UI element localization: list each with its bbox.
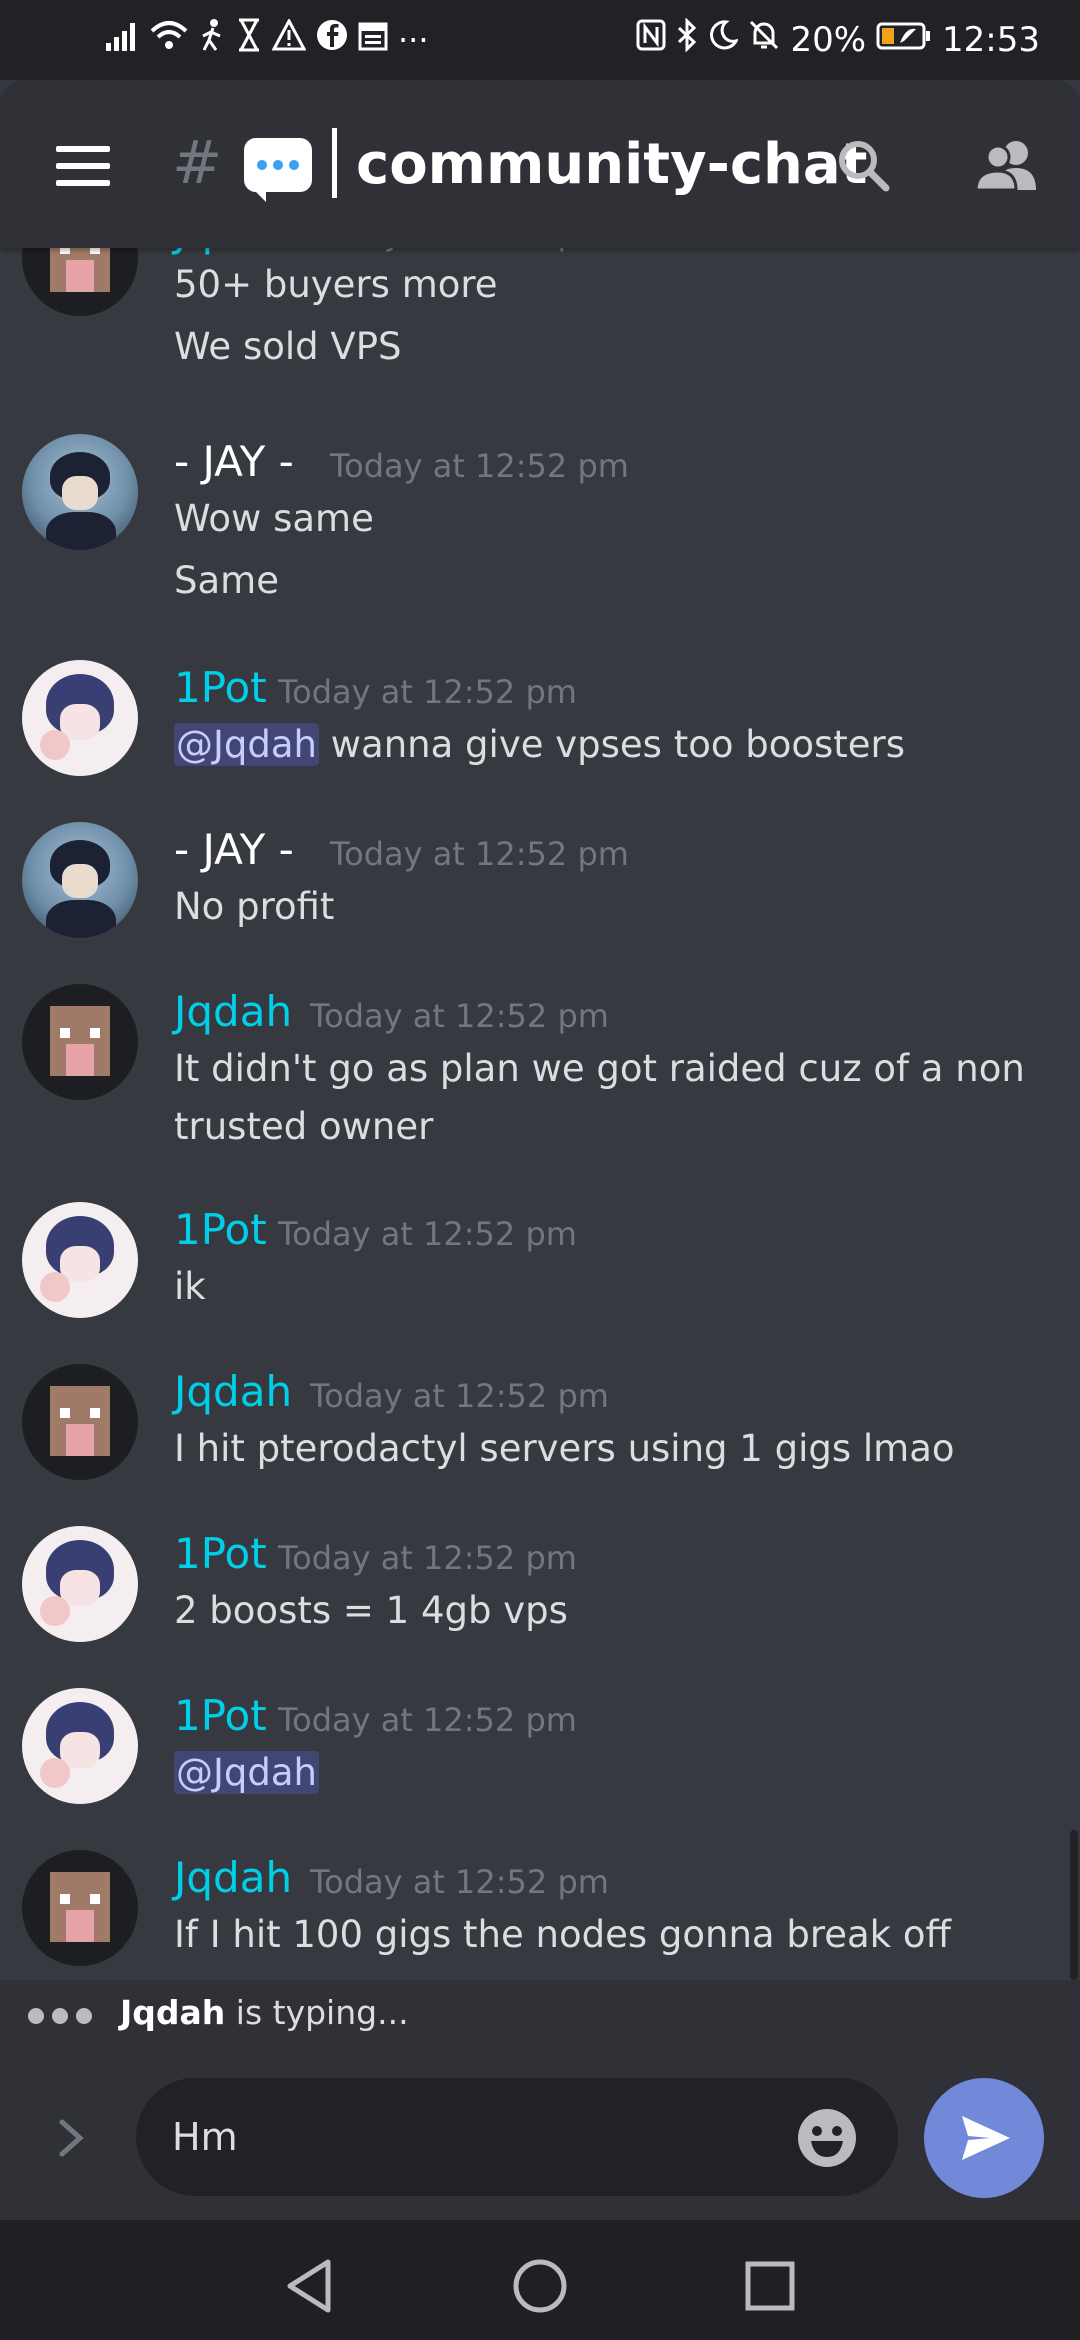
hash-icon: # bbox=[172, 128, 223, 198]
calendar-icon bbox=[358, 19, 388, 60]
avatar[interactable] bbox=[22, 1364, 138, 1480]
avatar[interactable] bbox=[22, 660, 138, 776]
header-divider bbox=[332, 128, 337, 198]
battery-percent: 20% bbox=[790, 19, 867, 60]
status-bar: ··· 20% 12:53 bbox=[0, 0, 1080, 80]
user-mention[interactable]: @Jqdah bbox=[174, 1751, 320, 1794]
timestamp: Today at 12:52 pm bbox=[310, 1863, 609, 1901]
timestamp: Today at 12:52 pm bbox=[278, 1539, 577, 1577]
back-icon[interactable] bbox=[280, 2256, 340, 2316]
avatar[interactable] bbox=[22, 822, 138, 938]
message-input[interactable] bbox=[136, 2078, 898, 2196]
avatar[interactable] bbox=[22, 1850, 138, 1966]
facebook-icon bbox=[316, 19, 348, 60]
status-right-icons: 20% 12:53 bbox=[636, 17, 1040, 61]
emoji-icon[interactable] bbox=[796, 2107, 858, 2169]
recents-icon[interactable] bbox=[740, 2256, 800, 2316]
username[interactable]: Jqdah bbox=[174, 1364, 292, 1420]
avatar[interactable] bbox=[22, 984, 138, 1100]
more-icon: ··· bbox=[398, 20, 429, 59]
username[interactable]: Jqdah bbox=[174, 248, 292, 260]
channel-header: # community-chat bbox=[0, 80, 1080, 248]
username[interactable]: - JAY - bbox=[174, 434, 294, 490]
typing-indicator: Jqdah is typing... bbox=[0, 1980, 1080, 2050]
timestamp: Today at 12:52 pm bbox=[278, 1701, 577, 1739]
message-text: Wow same bbox=[174, 497, 374, 540]
bluetooth-icon bbox=[676, 17, 698, 61]
username[interactable]: - JAY - bbox=[174, 822, 294, 878]
message-text: ik bbox=[174, 1265, 206, 1308]
username[interactable]: 1Pot bbox=[174, 1688, 267, 1744]
message-list[interactable]: Jqdah Today at 12:51 pm 50+ buyers more … bbox=[0, 248, 1080, 1980]
signal-icon bbox=[104, 20, 140, 60]
username[interactable]: Jqdah bbox=[174, 984, 292, 1040]
navigation-bar bbox=[0, 2220, 1080, 2340]
message-text: 50+ buyers more bbox=[174, 263, 498, 306]
username[interactable]: Jqdah bbox=[174, 1850, 292, 1906]
channel-name[interactable]: community-chat bbox=[356, 130, 867, 200]
message-text: @Jqdah bbox=[174, 1748, 320, 1798]
avatar[interactable] bbox=[22, 434, 138, 550]
typing-text: Jqdah is typing... bbox=[120, 1988, 409, 2038]
home-icon[interactable] bbox=[510, 2256, 570, 2316]
warning-icon bbox=[271, 17, 307, 60]
moon-icon bbox=[708, 19, 740, 60]
avatar[interactable] bbox=[22, 1688, 138, 1804]
battery-icon bbox=[876, 20, 932, 60]
scrollbar[interactable] bbox=[1070, 1830, 1078, 1980]
send-button[interactable] bbox=[924, 2078, 1044, 2198]
menu-icon[interactable] bbox=[56, 146, 110, 186]
avatar[interactable] bbox=[22, 1202, 138, 1318]
avatar[interactable] bbox=[22, 1526, 138, 1642]
username[interactable]: 1Pot bbox=[174, 1202, 267, 1258]
clock: 12:53 bbox=[942, 19, 1040, 60]
timestamp: Today at 12:52 pm bbox=[330, 447, 629, 485]
nfc-icon bbox=[636, 19, 666, 60]
message-text: Same bbox=[174, 559, 279, 602]
message-text: trusted owner bbox=[174, 1105, 434, 1148]
message-text: 2 boosts = 1 4gb vps bbox=[174, 1589, 568, 1632]
message-text: @Jqdah wanna give vpses too boosters bbox=[174, 720, 905, 770]
hourglass-icon bbox=[236, 18, 262, 61]
timestamp: Today at 12:52 pm bbox=[278, 1215, 577, 1253]
username[interactable]: 1Pot bbox=[174, 1526, 267, 1582]
message-composer bbox=[0, 2050, 1080, 2220]
search-icon[interactable] bbox=[836, 138, 890, 192]
timestamp: Today at 12:52 pm bbox=[310, 997, 609, 1035]
timestamp: Today at 12:52 pm bbox=[330, 835, 629, 873]
avatar[interactable] bbox=[22, 248, 138, 316]
typing-suffix: is typing... bbox=[225, 1993, 409, 2032]
message-text: We sold VPS bbox=[174, 325, 402, 368]
typing-dots-icon bbox=[28, 2008, 100, 2028]
mute-icon bbox=[748, 19, 780, 60]
chat-bubble-icon bbox=[244, 138, 312, 202]
typing-username: Jqdah bbox=[120, 1993, 226, 2032]
send-icon bbox=[962, 2116, 1010, 2160]
message-text: No profit bbox=[174, 885, 335, 928]
chevron-right-icon[interactable] bbox=[56, 2116, 86, 2166]
message-text: It didn't go as plan we got raided cuz o… bbox=[174, 1047, 1025, 1090]
user-mention[interactable]: @Jqdah bbox=[174, 723, 320, 766]
message-text: If I hit 100 gigs the nodes gonna break … bbox=[174, 1913, 951, 1956]
timestamp: Today at 12:52 pm bbox=[310, 1377, 609, 1415]
username[interactable]: 1Pot bbox=[174, 660, 267, 716]
message-text-span: wanna give vpses too boosters bbox=[330, 723, 906, 766]
timestamp: Today at 12:52 pm bbox=[278, 673, 577, 711]
message-text: I hit pterodactyl servers using 1 gigs l… bbox=[174, 1427, 955, 1470]
wifi-icon bbox=[150, 19, 188, 60]
status-left-icons: ··· bbox=[104, 17, 429, 61]
members-icon[interactable] bbox=[972, 138, 1038, 192]
walking-icon bbox=[198, 18, 226, 61]
